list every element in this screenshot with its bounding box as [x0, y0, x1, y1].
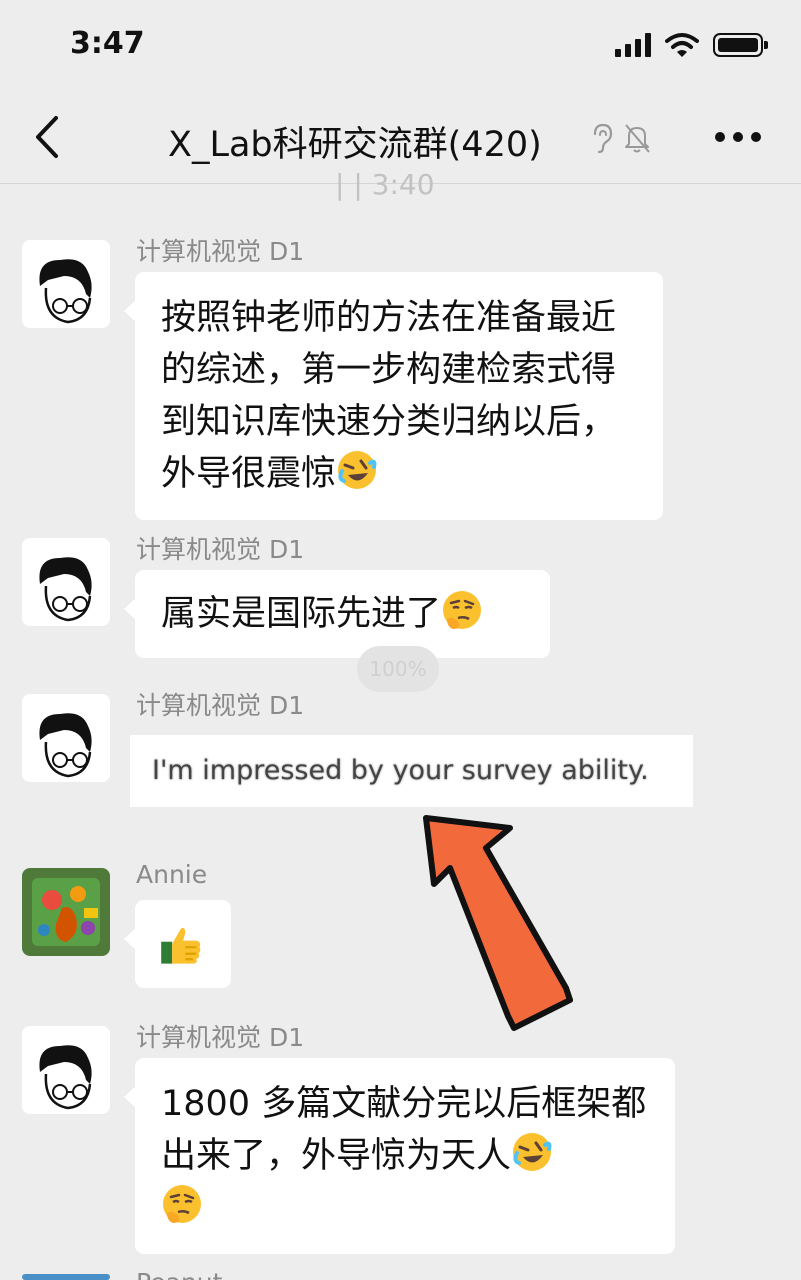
annotation-arrow [423, 815, 573, 1031]
cellular-signal-icon [615, 33, 651, 57]
battery-icon [713, 33, 768, 57]
image-message[interactable]: I'm impressed by your survey ability. [130, 735, 693, 807]
more-options-button[interactable] [715, 122, 761, 152]
rolling-on-floor-laughing-emoji [338, 451, 377, 489]
wifi-icon [665, 33, 699, 57]
timestamp-divider: | | 3:40 [335, 168, 435, 201]
monocle-face-emoji [163, 1185, 201, 1223]
message-text: 1800 多篇文献分完以后框架都出来了，外导惊为天人 [161, 1084, 647, 1176]
zoom-indicator: 100% [357, 646, 439, 692]
sender-name: 计算机视觉 D1 [136, 535, 305, 564]
status-bar: 3:47 [0, 0, 801, 92]
message-bubble[interactable] [124, 900, 231, 988]
status-icons [615, 32, 768, 58]
image-text: I'm impressed by your survey ability. [152, 755, 649, 786]
sender-name: Peanut [136, 1268, 222, 1280]
message-text: 属实是国际先进了 [161, 594, 442, 634]
avatar[interactable] [22, 1026, 110, 1114]
avatar[interactable] [22, 240, 110, 328]
thumbs-up-emoji [161, 928, 201, 964]
ear-icon [593, 123, 613, 154]
avatar[interactable] [22, 538, 110, 626]
monocle-face-emoji [443, 591, 482, 629]
avatar[interactable] [22, 694, 110, 782]
sender-name: 计算机视觉 D1 [136, 237, 305, 266]
chat-title: X_Lab科研交流群(420) [168, 125, 542, 165]
sender-name: 计算机视觉 D1 [136, 691, 305, 720]
mute-bell-icon [625, 124, 650, 153]
status-time: 3:47 [70, 26, 145, 61]
back-button[interactable] [28, 112, 72, 162]
rolling-on-floor-laughing-emoji [513, 1133, 552, 1171]
message-bubble[interactable]: 属实是国际先进了 [124, 570, 550, 658]
message-bubble[interactable]: 按照钟老师的方法在准备最近的综述，第一步构建检索式得到知识库快速分类归纳以后，外… [124, 272, 663, 520]
message-text: 按照钟老师的方法在准备最近的综述，第一步构建检索式得到知识库快速分类归纳以后，外… [161, 298, 617, 494]
avatar[interactable] [22, 868, 110, 956]
sender-name: Annie [136, 860, 208, 889]
avatar[interactable] [22, 1274, 110, 1280]
sender-name: 计算机视觉 D1 [136, 1023, 305, 1052]
message-bubble[interactable]: 1800 多篇文献分完以后框架都出来了，外导惊为天人 [124, 1058, 675, 1254]
